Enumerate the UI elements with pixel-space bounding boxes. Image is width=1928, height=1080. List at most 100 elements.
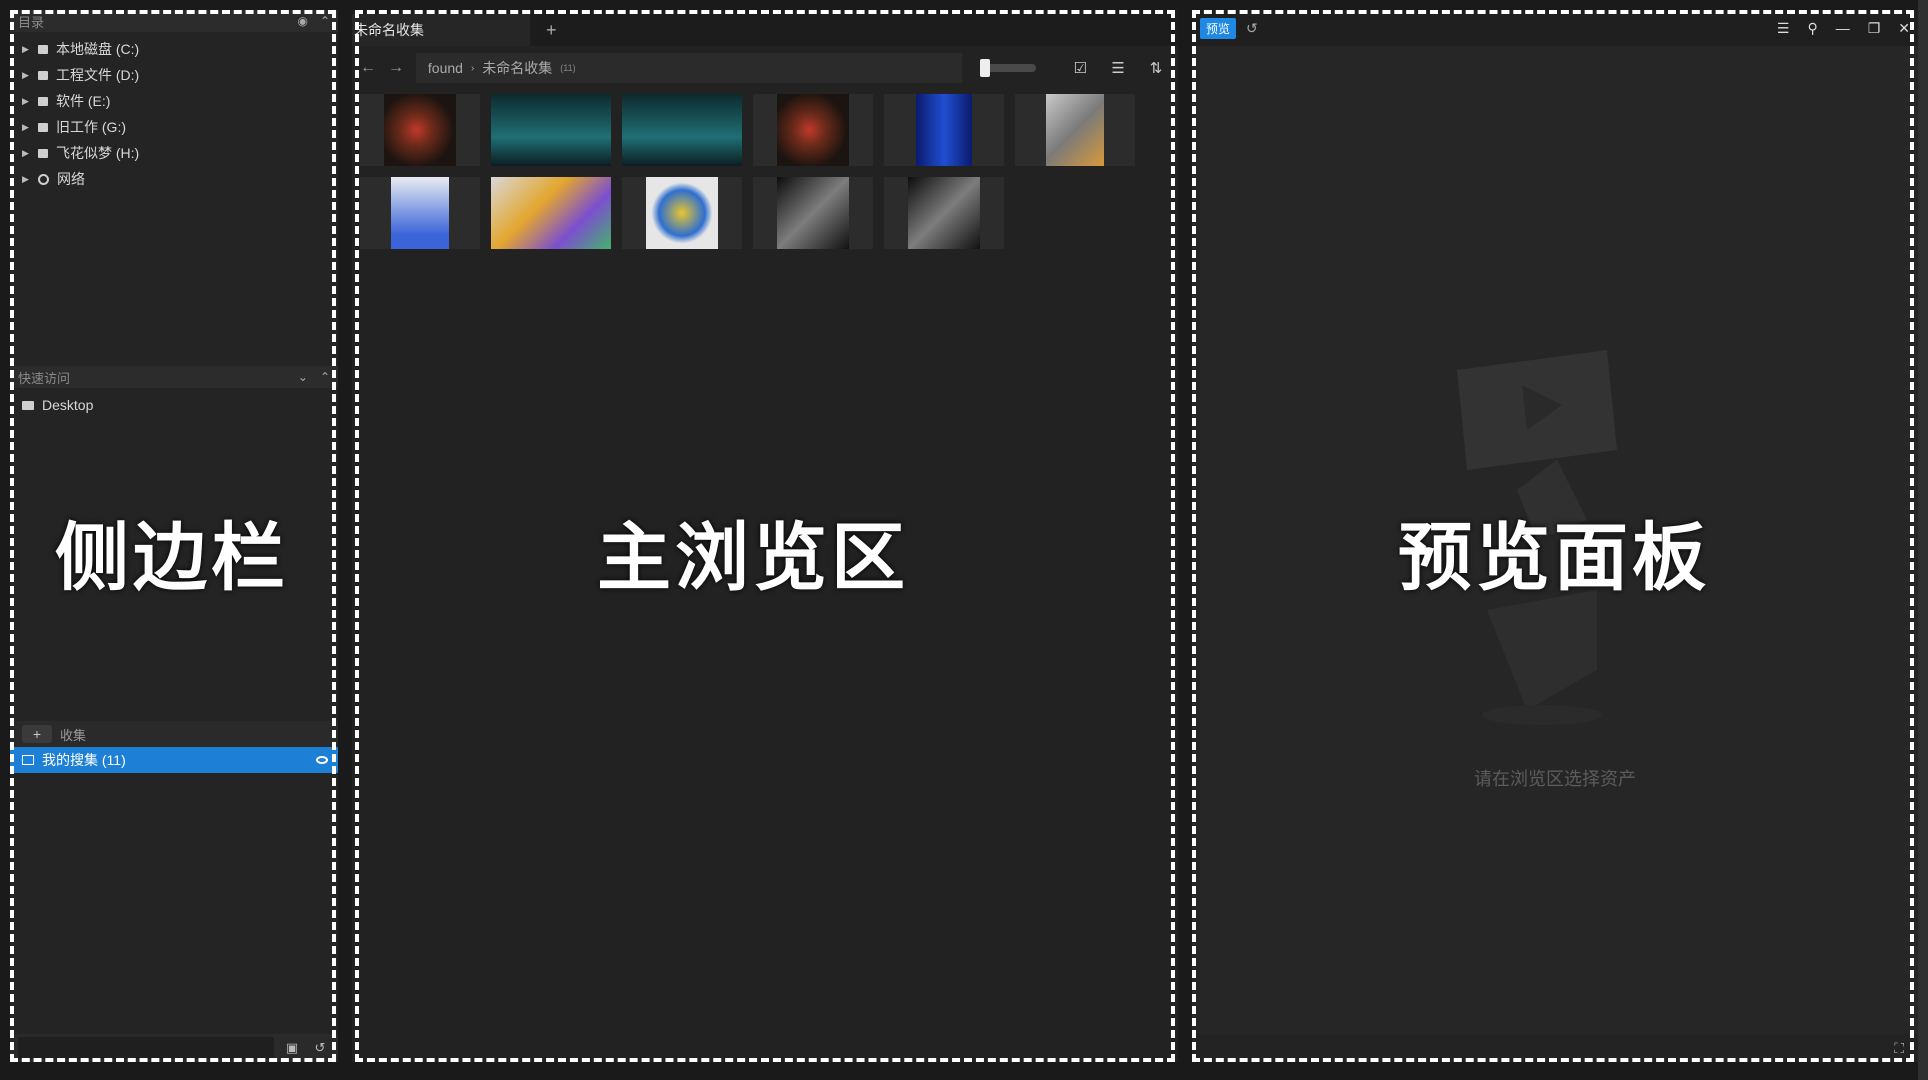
history-icon[interactable]: ↺ bbox=[310, 1038, 330, 1058]
expand-icon[interactable]: ▶ bbox=[22, 148, 30, 159]
directory-header: 目录 ◉ ⌃ bbox=[10, 10, 338, 32]
drive-icon bbox=[38, 70, 48, 80]
drive-label: 本地磁盘 (C:) bbox=[56, 41, 140, 57]
add-tab-button[interactable]: + bbox=[530, 14, 573, 46]
thumbnail-item[interactable] bbox=[622, 177, 742, 249]
preview-footer: ⛶ bbox=[1192, 1034, 1918, 1062]
thumbnail-image bbox=[491, 177, 611, 249]
thumbnail-item[interactable] bbox=[884, 94, 1004, 166]
drive-item-e[interactable]: ▶ 软件 (E:) bbox=[10, 88, 338, 114]
thumbnail-grid bbox=[352, 90, 1178, 253]
restore-icon[interactable]: ❐ bbox=[1868, 20, 1881, 37]
network-item[interactable]: ▶ 网络 bbox=[10, 166, 338, 192]
thumbnail-image bbox=[622, 94, 742, 166]
thumbnail-image bbox=[646, 177, 718, 249]
collapse-icon[interactable]: ⌃ bbox=[320, 14, 330, 28]
browser-toolbar: ← → found › 未命名收集 (11) ☑ ☰ ⇅ bbox=[352, 46, 1178, 90]
thumbnail-image bbox=[916, 94, 972, 166]
thumbnail-image bbox=[908, 177, 980, 249]
collapse-icon[interactable]: ⌃ bbox=[320, 370, 330, 384]
history-icon[interactable]: ↺ bbox=[1246, 20, 1258, 37]
window-scrollbar[interactable] bbox=[1918, 0, 1928, 1080]
expand-icon[interactable]: ▶ bbox=[22, 70, 30, 81]
minimize-icon[interactable]: — bbox=[1836, 20, 1850, 36]
drive-icon bbox=[38, 122, 48, 132]
thumbnail-item[interactable] bbox=[753, 94, 873, 166]
quick-access-item-label: Desktop bbox=[42, 397, 94, 413]
breadcrumb-current[interactable]: 未命名收集 bbox=[482, 58, 552, 78]
quick-access-item-desktop[interactable]: Desktop bbox=[10, 392, 338, 418]
drive-label: 软件 (E:) bbox=[56, 93, 111, 109]
thumbnail-item[interactable] bbox=[622, 94, 742, 166]
tab-unnamed-collection[interactable]: 未命名收集 bbox=[352, 14, 530, 46]
preview-badge[interactable]: 预览 bbox=[1200, 17, 1237, 39]
directory-header-label: 目录 bbox=[18, 14, 45, 30]
expand-icon[interactable]: ▶ bbox=[22, 174, 30, 185]
pin-icon[interactable]: ⚲ bbox=[1807, 20, 1817, 37]
folder-icon bbox=[22, 400, 34, 410]
select-all-icon[interactable]: ☑ bbox=[1066, 59, 1094, 77]
preview-topbar: 预览 ↺ ☰ ⚲ — ❐ ✕ bbox=[1192, 10, 1918, 46]
menu-icon[interactable]: ☰ bbox=[1777, 20, 1790, 37]
drive-icon bbox=[38, 96, 48, 106]
collection-label: 我的搜集 (11) bbox=[42, 752, 126, 768]
thumbnail-item[interactable] bbox=[1015, 94, 1135, 166]
thumbnail-image bbox=[1046, 94, 1104, 166]
collections-label: 收集 bbox=[60, 727, 87, 743]
collection-item-selected[interactable]: 我的搜集 (11) bbox=[10, 747, 338, 773]
chevron-down-icon[interactable]: ⌄ bbox=[298, 370, 308, 384]
drive-item-g[interactable]: ▶ 旧工作 (G:) bbox=[10, 114, 338, 140]
drive-icon bbox=[38, 148, 48, 158]
thumbnail-item[interactable] bbox=[491, 177, 611, 249]
slider-knob[interactable] bbox=[980, 59, 991, 77]
thumbnail-image bbox=[777, 94, 849, 166]
drive-label: 旧工作 (G:) bbox=[56, 119, 126, 135]
drive-label: 飞花似梦 (H:) bbox=[56, 145, 140, 161]
drive-label: 工程文件 (D:) bbox=[56, 67, 140, 83]
expand-icon[interactable]: ▶ bbox=[22, 96, 30, 107]
expand-icon[interactable]: ▶ bbox=[22, 44, 30, 55]
browser-overlay-label: 主浏览区 bbox=[597, 515, 909, 601]
sort-icon[interactable]: ☰ bbox=[1104, 59, 1132, 77]
thumbnail-item[interactable] bbox=[360, 94, 480, 166]
thumbnail-image bbox=[384, 94, 456, 166]
sidebar-overlay-label: 侧边栏 bbox=[55, 515, 289, 601]
illustration-shadow bbox=[1482, 705, 1602, 725]
sort-order-icon[interactable]: ⇅ bbox=[1142, 59, 1170, 77]
add-collection-button[interactable]: + bbox=[22, 725, 52, 743]
globe-icon bbox=[38, 173, 49, 185]
thumbnail-item[interactable] bbox=[491, 94, 611, 166]
expand-icon[interactable]: ▶ bbox=[22, 122, 30, 133]
tab-bar: 未命名收集 + bbox=[352, 10, 1178, 46]
eye-icon[interactable] bbox=[316, 756, 328, 764]
drive-item-h[interactable]: ▶ 飞花似梦 (H:) bbox=[10, 140, 338, 166]
trash-icon[interactable]: ▣ bbox=[282, 1038, 302, 1058]
collections-header: + 收集 bbox=[10, 721, 338, 747]
drive-item-d[interactable]: ▶ 工程文件 (D:) bbox=[10, 62, 338, 88]
thumbnail-image bbox=[391, 177, 449, 249]
breadcrumb-root[interactable]: found bbox=[428, 60, 463, 76]
image-icon bbox=[22, 755, 34, 765]
thumbnail-item[interactable] bbox=[884, 177, 1004, 249]
thumbnail-item[interactable] bbox=[753, 177, 873, 249]
quick-access-label: 快速访问 bbox=[18, 370, 71, 386]
network-label: 网络 bbox=[57, 171, 85, 187]
fullscreen-icon[interactable]: ⛶ bbox=[1894, 1040, 1904, 1057]
drive-tree: ▶ 本地磁盘 (C:) ▶ 工程文件 (D:) ▶ 软件 (E:) ▶ 旧工作 (G:)… bbox=[10, 32, 338, 192]
sidebar-search-input[interactable] bbox=[18, 1037, 274, 1059]
quick-access-header: 快速访问 ⌄ ⌃ bbox=[10, 366, 338, 388]
thumbnail-image bbox=[777, 177, 849, 249]
back-icon[interactable]: ← bbox=[360, 59, 378, 77]
breadcrumb[interactable]: found › 未命名收集 (11) bbox=[415, 53, 963, 83]
drive-item-c[interactable]: ▶ 本地磁盘 (C:) bbox=[10, 36, 338, 62]
thumbnail-size-slider[interactable] bbox=[980, 59, 1037, 77]
chevron-right-icon: › bbox=[470, 62, 475, 74]
illustration-shard bbox=[1487, 590, 1597, 710]
tab-label: 未命名收集 bbox=[354, 22, 424, 38]
close-icon[interactable]: ✕ bbox=[1898, 20, 1910, 37]
forward-icon[interactable]: → bbox=[388, 59, 406, 77]
breadcrumb-count: (11) bbox=[560, 63, 576, 73]
eye-icon[interactable]: ◉ bbox=[297, 14, 307, 28]
thumbnail-item[interactable] bbox=[360, 177, 480, 249]
sidebar-footer: ▣ ↺ bbox=[10, 1034, 338, 1062]
